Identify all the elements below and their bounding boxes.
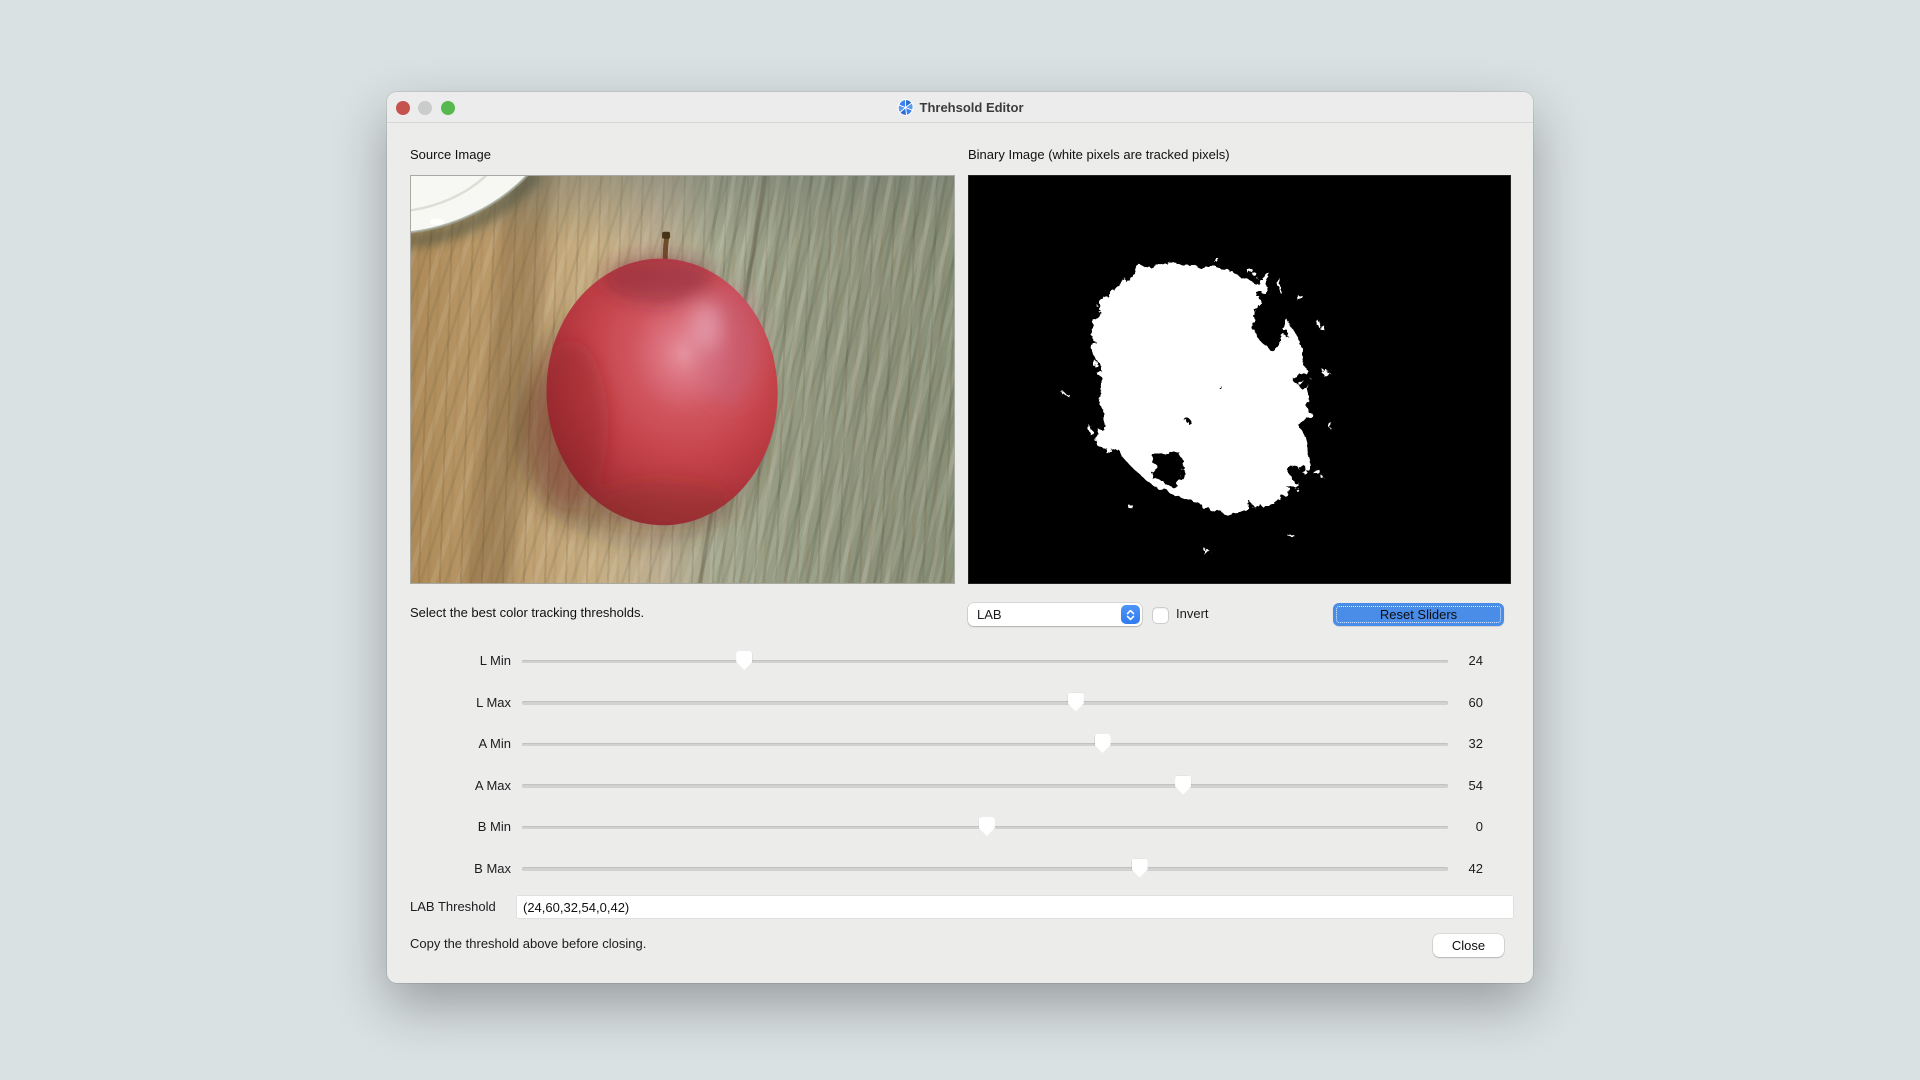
invert-checkbox-label: Invert: [1176, 606, 1209, 621]
window-title: Threhsold Editor: [920, 100, 1024, 115]
footer-note: Copy the threshold above before closing.: [410, 936, 646, 951]
slider-thumb[interactable]: [736, 651, 752, 670]
slider-track[interactable]: [522, 867, 1448, 871]
slider-row-a-min: A Min 32: [387, 733, 1533, 755]
slider-row-b-max: B Max 42: [387, 858, 1533, 880]
aperture-icon: [897, 99, 914, 116]
slider-track[interactable]: [522, 660, 1448, 664]
slider-row-l-min: L Min 24: [387, 650, 1533, 672]
close-window-button[interactable]: [396, 101, 410, 115]
slider-label: B Min: [387, 819, 511, 834]
binary-image-label: Binary Image (white pixels are tracked p…: [968, 147, 1230, 162]
source-image-view: [410, 175, 955, 584]
minimize-window-button[interactable]: [418, 101, 432, 115]
reset-sliders-button[interactable]: Reset Sliders: [1333, 603, 1504, 626]
binary-blob-svg: [969, 176, 1510, 583]
source-image-label: Source Image: [410, 147, 491, 162]
slider-label: A Max: [387, 778, 511, 793]
color-space-selected-value: LAB: [977, 607, 1002, 622]
slider-thumb[interactable]: [1175, 776, 1191, 795]
slider-track[interactable]: [522, 701, 1448, 705]
zoom-window-button[interactable]: [441, 101, 455, 115]
slider-thumb[interactable]: [1132, 859, 1148, 878]
slider-value: 42: [1441, 861, 1483, 876]
threshold-editor-window: Threhsold Editor Source Image Binary Ima…: [387, 92, 1533, 983]
slider-label: A Min: [387, 736, 511, 751]
instruction-text: Select the best color tracking threshold…: [410, 605, 644, 620]
slider-track[interactable]: [522, 743, 1448, 747]
slider-value: 60: [1441, 695, 1483, 710]
slider-track[interactable]: [522, 784, 1448, 788]
slider-thumb[interactable]: [979, 817, 995, 836]
slider-value: 24: [1441, 653, 1483, 668]
slider-label: B Max: [387, 861, 511, 876]
color-space-select[interactable]: LAB: [968, 603, 1142, 626]
slider-value: 32: [1441, 736, 1483, 751]
slider-label: L Min: [387, 653, 511, 668]
slider-row-a-max: A Max 54: [387, 775, 1533, 797]
binary-image-view: [968, 175, 1511, 584]
slider-row-b-min: B Min 0: [387, 816, 1533, 838]
threshold-value-field[interactable]: [517, 896, 1513, 918]
source-photo-overlay: [411, 176, 954, 583]
slider-value: 54: [1441, 778, 1483, 793]
slider-row-l-max: L Max 60: [387, 692, 1533, 714]
threshold-label: LAB Threshold: [410, 899, 496, 914]
slider-value: 0: [1441, 819, 1483, 834]
slider-thumb[interactable]: [1068, 693, 1084, 712]
slider-label: L Max: [387, 695, 511, 710]
slider-thumb[interactable]: [1095, 734, 1111, 753]
title-bar[interactable]: Threhsold Editor: [387, 92, 1533, 123]
chevron-up-down-icon: [1121, 605, 1140, 624]
invert-checkbox[interactable]: [1153, 608, 1168, 623]
close-button[interactable]: Close: [1433, 934, 1504, 957]
